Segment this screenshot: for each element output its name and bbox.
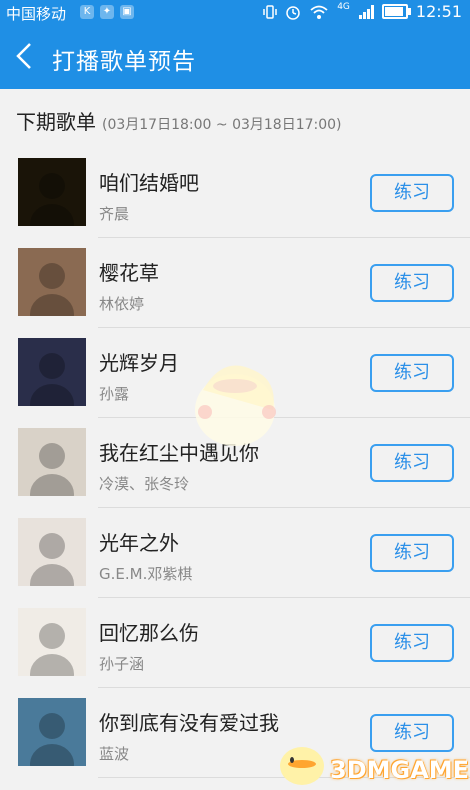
practice-button[interactable]: 练习 [370, 354, 454, 392]
practice-button[interactable]: 练习 [370, 264, 454, 302]
song-row: 我在红尘中遇见你冷漠、张冬玲 练习 [0, 418, 470, 508]
wifi-icon [310, 5, 328, 19]
practice-button[interactable]: 练习 [370, 624, 454, 662]
clock: 12:51 [415, 2, 462, 21]
album-cover [18, 698, 86, 766]
section-header: 下期歌单 (03月17日18:00 ~ 03月18日17:00) [16, 106, 342, 134]
song-artist: 孙子涵 [99, 655, 145, 673]
title-bar: 打播歌单预告 [0, 26, 470, 89]
status-bar: 中国移动 K ✦ ▣ 4G 12:51 [0, 0, 470, 26]
song-title: 光辉岁月 [99, 351, 179, 375]
album-cover [18, 158, 86, 226]
song-row: 光辉岁月孙露 练习 [0, 328, 470, 418]
status-right: 4G 12:51 [263, 2, 462, 21]
notification-icons: K ✦ ▣ [80, 5, 134, 19]
watermark-text: 3DMGAME [330, 756, 470, 784]
battery-icon [381, 4, 411, 19]
song-title: 我在红尘中遇见你 [99, 441, 259, 465]
k-notification-icon: K [80, 5, 94, 19]
album-art-icon [30, 353, 74, 406]
song-title: 咱们结婚吧 [99, 171, 199, 195]
song-row: 樱花草林依婷 练习 [0, 238, 470, 328]
carrier-label: 中国移动 [6, 5, 67, 23]
practice-button[interactable]: 练习 [370, 534, 454, 572]
chevron-left-icon [16, 43, 31, 69]
song-title: 你到底有没有爱过我 [99, 711, 279, 735]
practice-button[interactable]: 练习 [370, 174, 454, 212]
album-cover [18, 428, 86, 496]
vibrate-icon [263, 4, 277, 19]
album-art-icon [30, 533, 74, 586]
song-title: 光年之外 [99, 531, 179, 555]
network-type-label: 4G [337, 1, 350, 12]
song-artist: G.E.M.邓紫棋 [99, 565, 193, 583]
app-notification-icon: ✦ [100, 5, 114, 19]
alarm-icon [286, 5, 300, 20]
album-art-icon [30, 623, 74, 676]
song-artist: 林依婷 [99, 295, 145, 313]
song-title: 樱花草 [99, 261, 159, 285]
signal-icon [358, 4, 374, 19]
watermark-mascot-icon [280, 747, 324, 785]
album-art-icon [30, 713, 74, 766]
site-watermark: 3DMGAME [272, 738, 470, 788]
album-cover [18, 518, 86, 586]
song-list: 咱们结婚吧 齐晨 练习 樱花草 林依婷 练习 光辉岁月 孙露 练习 我在红尘中遇见你 冷漠、张冬玲练… [0, 148, 470, 778]
song-artist: 齐晨 [99, 205, 130, 223]
song-row: 咱们结婚吧齐晨 练习 [0, 148, 470, 238]
image-notification-icon: ▣ [120, 5, 134, 19]
album-cover [18, 338, 86, 406]
album-art-icon [30, 263, 74, 316]
practice-button[interactable]: 练习 [370, 444, 454, 482]
song-artist: 冷漠、张冬玲 [99, 475, 190, 493]
album-cover [18, 248, 86, 316]
song-row: 光年之外 G.E.M.邓紫棋 练习 [0, 508, 470, 598]
album-art-icon [30, 443, 74, 496]
section-time-range: (03月17日18:00 ~ 03月18日17:00) [102, 117, 342, 133]
song-row: 回忆那么伤孙子涵 练习 [0, 598, 470, 688]
album-cover [18, 608, 86, 676]
back-button[interactable] [6, 36, 42, 76]
song-artist: 蓝波 [99, 745, 130, 763]
section-title: 下期歌单 [16, 110, 96, 134]
song-title: 回忆那么伤 [99, 621, 199, 645]
album-art-icon [30, 173, 74, 226]
page-title: 打播歌单预告 [52, 49, 196, 75]
song-artist: 孙露 [99, 385, 130, 403]
